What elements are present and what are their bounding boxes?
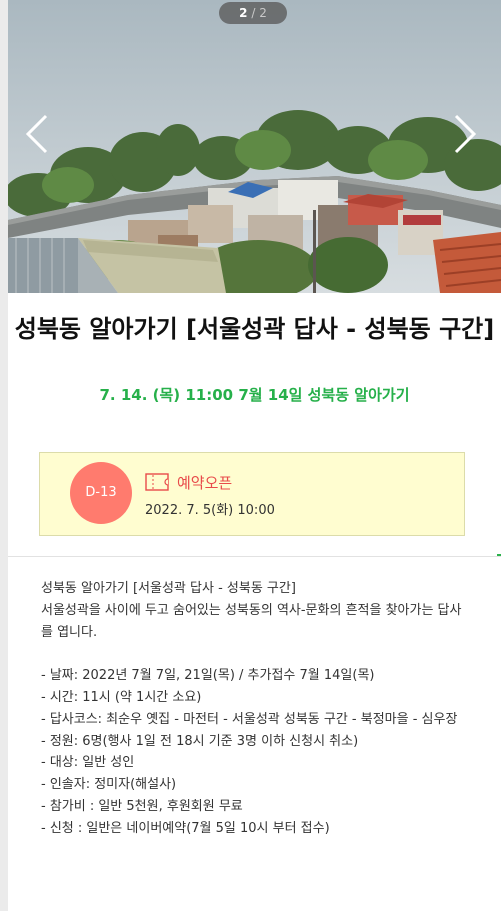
description-detail-date: - 날짜: 2022년 7월 7일, 21일(목) / 추가접수 7월 14일(… bbox=[41, 668, 375, 684]
description-detail-apply: - 신청 : 일반은 네이버예약(7월 5일 10시 부터 접수) bbox=[41, 820, 330, 836]
seoul-fortress-photo bbox=[8, 0, 501, 293]
event-description: 성북동 알아가기 [서울성곽 답사 - 성북동 구간] 서울성곽을 사이에 두고… bbox=[41, 578, 471, 840]
reservation-open-datetime: 2022. 7. 5(화) 10:00 bbox=[145, 503, 275, 518]
reservation-status-label: 예약오픈 bbox=[177, 474, 233, 492]
description-detail-course: - 답사코스: 최순우 옛집 - 마전터 - 서울성곽 성북동 구간 - 북정마… bbox=[41, 711, 458, 727]
reservation-info-box: D-13 예약오픈 2022. 7. 5(화) 10:00 bbox=[39, 452, 465, 536]
side-indicator bbox=[497, 554, 501, 556]
dday-badge: D-13 bbox=[70, 462, 132, 524]
slide-counter: 2 / 2 bbox=[219, 2, 287, 24]
hero-photo-carousel[interactable] bbox=[8, 0, 501, 293]
description-detail-guide: - 인솔자: 정미자(해설사) bbox=[41, 777, 177, 793]
chevron-right-icon[interactable] bbox=[450, 112, 480, 156]
left-frame-strip bbox=[0, 0, 8, 911]
reservation-page: 2 / 2 성북동 알아가기 [서울성곽 답사 - 성북동 구간] 7. 14.… bbox=[0, 0, 501, 911]
slide-current: 2 bbox=[239, 6, 248, 20]
ticket-icon bbox=[145, 473, 169, 491]
description-detail-capacity: - 정원: 6명(행사 1일 전 18시 기준 3명 이하 신청시 취소) bbox=[41, 733, 359, 749]
event-title: 성북동 알아가기 [서울성곽 답사 - 성북동 구간] bbox=[14, 315, 495, 343]
event-subtitle: 7. 14. (목) 11:00 7월 14일 성북동 알아가기 bbox=[99, 386, 410, 404]
description-detail-fee: - 참가비 : 일반 5천원, 후원회원 무료 bbox=[41, 798, 243, 814]
slide-separator: / bbox=[251, 6, 256, 20]
description-detail-time: - 시간: 11시 (약 1시간 소요) bbox=[41, 689, 202, 705]
description-detail-target: - 대상: 일반 성인 bbox=[41, 755, 135, 771]
chevron-left-icon[interactable] bbox=[22, 112, 52, 156]
section-divider bbox=[8, 556, 501, 557]
slide-total: 2 bbox=[259, 6, 267, 20]
description-intro-line: 서울성곽을 사이에 두고 숨어있는 성북동의 역사-문화의 흔적을 찾아가는 답… bbox=[41, 602, 462, 640]
description-intro-line: 성북동 알아가기 [서울성곽 답사 - 성북동 구간] bbox=[41, 581, 296, 596]
